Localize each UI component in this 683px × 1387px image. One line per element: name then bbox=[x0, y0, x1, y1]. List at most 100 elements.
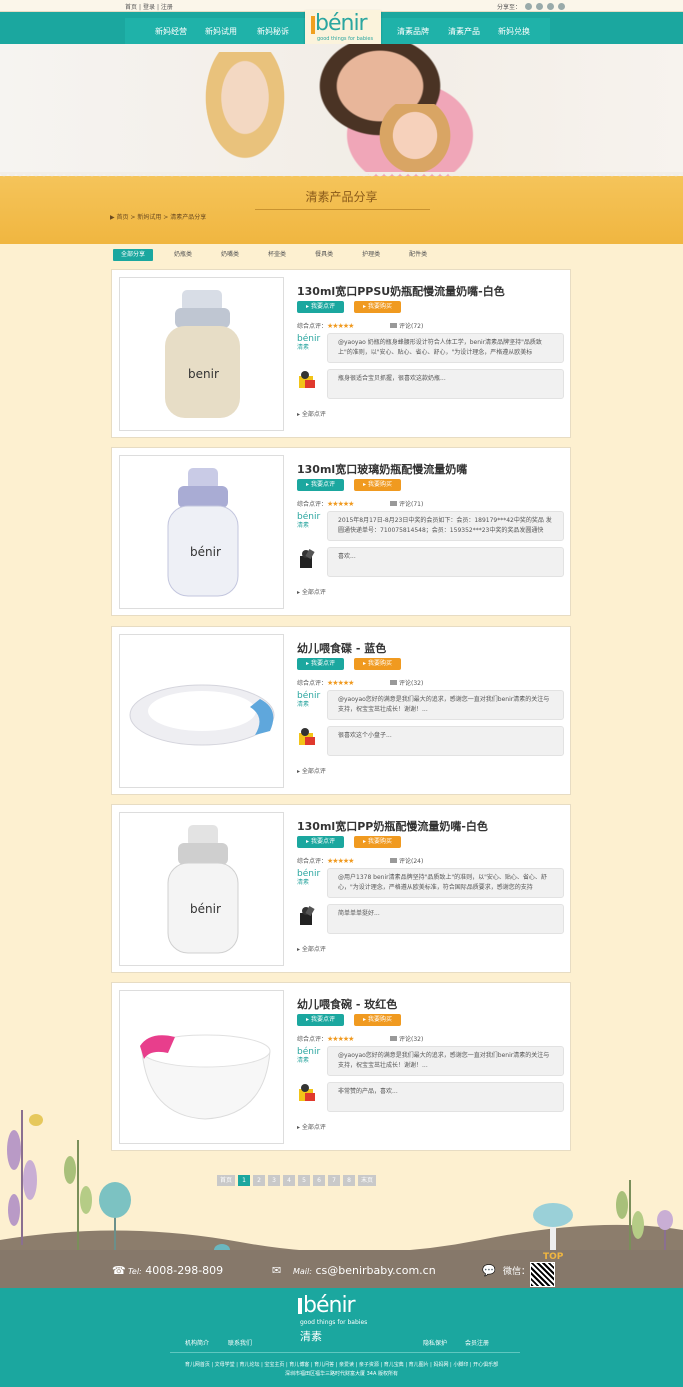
all-reviews-link[interactable]: ▸ 全部点评 bbox=[297, 944, 326, 953]
comment-count-label: 评论(32) bbox=[399, 680, 424, 687]
wechat-label: 微信： bbox=[503, 1267, 531, 1277]
product-title[interactable]: 130ml宽口玻璃奶瓶配慢流量奶嘴 bbox=[297, 461, 467, 477]
scallop-edge bbox=[0, 172, 683, 180]
phone-number: 4008-298-809 bbox=[145, 1264, 224, 1277]
wechat-qr-code bbox=[530, 1262, 555, 1287]
nav-item-left-3[interactable]: 新妈秘诉 bbox=[257, 26, 289, 37]
footer-logo-brand: bénir bbox=[303, 1293, 356, 1318]
review-button[interactable]: ▸ 我要点评 bbox=[297, 479, 344, 491]
buy-button[interactable]: ▸ 我要购买 bbox=[354, 1014, 401, 1026]
all-reviews-link[interactable]: ▸ 全部点评 bbox=[297, 766, 326, 775]
comment-bubble: @yaoyao 奶瓶的瓶身蜂腰形设计符合人体工学，benir清素品牌坚持"品质致… bbox=[327, 333, 564, 363]
footer-link-contact[interactable]: 联系我们 bbox=[228, 1338, 252, 1347]
brand-avatar: bénir 清素 bbox=[297, 869, 320, 889]
weibo-icon[interactable] bbox=[525, 3, 532, 10]
nav-item-right-1[interactable]: 清素品牌 bbox=[397, 26, 429, 37]
product-title[interactable]: 幼儿喂食碟 - 蓝色 bbox=[297, 640, 386, 656]
chat-icon: 💬 bbox=[482, 1264, 496, 1277]
footer-link-about[interactable]: 机构简介 bbox=[185, 1338, 209, 1347]
user-avatar bbox=[297, 548, 317, 570]
rating-row: 综合点评：★★★★★ bbox=[297, 678, 354, 687]
comment-bubble: 简单单单挺好... bbox=[327, 904, 564, 934]
tab-cups[interactable]: 杯壶类 bbox=[260, 249, 294, 261]
buy-button[interactable]: ▸ 我要购买 bbox=[354, 836, 401, 848]
wechat-icon[interactable] bbox=[536, 3, 543, 10]
tab-tableware[interactable]: 餐具类 bbox=[307, 249, 341, 261]
share-label: 分享至： bbox=[496, 4, 521, 11]
all-reviews-link[interactable]: ▸ 全部点评 bbox=[297, 587, 326, 596]
product-image[interactable]: benir bbox=[119, 277, 284, 431]
svg-text:bénir: bénir bbox=[190, 902, 221, 916]
qq-icon[interactable] bbox=[547, 3, 554, 10]
svg-text:bénir: bénir bbox=[190, 545, 221, 559]
review-button[interactable]: ▸ 我要点评 bbox=[297, 301, 344, 313]
product-image[interactable] bbox=[119, 634, 284, 788]
product-title[interactable]: 幼儿喂食碗 - 玫红色 bbox=[297, 996, 397, 1012]
nav-item-right-3[interactable]: 新妈兑换 bbox=[498, 26, 530, 37]
rating-label: 综合点评： bbox=[297, 1036, 328, 1043]
svg-text:benir: benir bbox=[188, 367, 219, 381]
hero-child-image bbox=[370, 104, 470, 176]
user-avatar bbox=[297, 370, 317, 392]
star-rating-icon: ★★★★★ bbox=[327, 500, 354, 508]
comment-icon bbox=[390, 680, 397, 685]
comment-bubble: 2015年8月17日-8月23日中奖的会员如下：会员：189179***42中奖… bbox=[327, 511, 564, 541]
comment-count[interactable]: 评论(24) bbox=[390, 856, 423, 865]
product-image[interactable]: bénir bbox=[119, 812, 284, 966]
auth-links: 首页 | 登录 | 注册 bbox=[125, 4, 173, 11]
tab-accessories[interactable]: 配件类 bbox=[401, 249, 435, 261]
buy-button[interactable]: ▸ 我要购买 bbox=[354, 658, 401, 670]
product-card: benir 130ml宽口PPSU奶瓶配慢流量奶嘴-白色 ▸ 我要点评 ▸ 我要购买综… bbox=[111, 269, 571, 438]
star-rating-icon: ★★★★★ bbox=[327, 322, 354, 330]
nav-item-left-2[interactable]: 新妈试用 bbox=[205, 26, 237, 37]
tab-all[interactable]: 全部分享 bbox=[113, 249, 154, 261]
back-to-top-button[interactable]: TOP bbox=[543, 1252, 563, 1262]
product-title[interactable]: 130ml宽口PPSU奶瓶配慢流量奶嘴-白色 bbox=[297, 283, 505, 299]
tab-bottles[interactable]: 奶瓶类 bbox=[166, 249, 200, 261]
comment-count[interactable]: 评论(32) bbox=[390, 1034, 423, 1043]
email-address[interactable]: cs@benirbaby.com.cn bbox=[315, 1264, 435, 1277]
breadcrumb[interactable]: ▶ 首页 > 新妈试用 > 清素产品分享 bbox=[110, 212, 206, 221]
tab-care[interactable]: 护理类 bbox=[354, 249, 388, 261]
star-rating-icon: ★★★★★ bbox=[327, 1035, 354, 1043]
hero-banner bbox=[0, 44, 683, 176]
rating-label: 综合点评： bbox=[297, 680, 328, 687]
register-link[interactable]: 注册 bbox=[161, 4, 173, 11]
review-button[interactable]: ▸ 我要点评 bbox=[297, 658, 344, 670]
login-link[interactable]: 登录 bbox=[143, 4, 155, 11]
rating-label: 综合点评： bbox=[297, 323, 328, 330]
comment-count[interactable]: 评论(72) bbox=[390, 321, 423, 330]
comment-icon bbox=[390, 323, 397, 328]
rating-row: 综合点评：★★★★★ bbox=[297, 1034, 354, 1043]
footer-link-privacy[interactable]: 隐私保护 bbox=[423, 1338, 447, 1347]
product-card: 幼儿喂食碟 - 蓝色 ▸ 我要点评 ▸ 我要购买 综合点评：★★★★★ 评论(32) bé… bbox=[111, 626, 571, 795]
buy-button[interactable]: ▸ 我要购买 bbox=[354, 301, 401, 313]
title-divider bbox=[255, 209, 430, 210]
page-title: 清素产品分享 bbox=[305, 190, 378, 204]
comment-count[interactable]: 评论(32) bbox=[390, 678, 423, 687]
review-button[interactable]: ▸ 我要点评 bbox=[297, 1014, 344, 1026]
all-reviews-link[interactable]: ▸ 全部点评 bbox=[297, 409, 326, 418]
buy-button[interactable]: ▸ 我要购买 bbox=[354, 479, 401, 491]
nav-item-right-2[interactable]: 清素产品 bbox=[448, 26, 480, 37]
logo-brand: bénir bbox=[315, 11, 368, 36]
rating-row: 综合点评：★★★★★ bbox=[297, 321, 354, 330]
tel-label: Tel: bbox=[128, 1267, 142, 1276]
footer-partner-links[interactable]: 育儿网首页 | 文母学堂 | 育儿论坛 | 宝宝主页 | 育儿博客 | 育儿问答… bbox=[0, 1361, 683, 1368]
comment-bubble: 喜欢... bbox=[327, 547, 564, 577]
footer-link-register[interactable]: 会员注册 bbox=[465, 1338, 489, 1347]
rating-label: 综合点评： bbox=[297, 858, 328, 865]
tab-nipples[interactable]: 奶嘴类 bbox=[213, 249, 247, 261]
product-title[interactable]: 130ml宽口PP奶瓶配慢流量奶嘴-白色 bbox=[297, 818, 488, 834]
footer-logo-tagline: good things for babies bbox=[300, 1319, 368, 1326]
home-link[interactable]: 首页 bbox=[125, 4, 137, 11]
star-rating-icon: ★★★★★ bbox=[327, 679, 354, 687]
review-button[interactable]: ▸ 我要点评 bbox=[297, 836, 344, 848]
product-image[interactable]: bénir bbox=[119, 455, 284, 609]
mail-label: Mail: bbox=[293, 1267, 312, 1276]
comment-count[interactable]: 评论(71) bbox=[390, 499, 423, 508]
nav-item-left-1[interactable]: 新妈经营 bbox=[155, 26, 187, 37]
product-card: bénir 130ml宽口玻璃奶瓶配慢流量奶嘴 ▸ 我要点评 ▸ 我要购买 综合点评：★… bbox=[111, 447, 571, 616]
phone-icon: ☎ bbox=[112, 1264, 126, 1277]
qzone-icon[interactable] bbox=[558, 3, 565, 10]
